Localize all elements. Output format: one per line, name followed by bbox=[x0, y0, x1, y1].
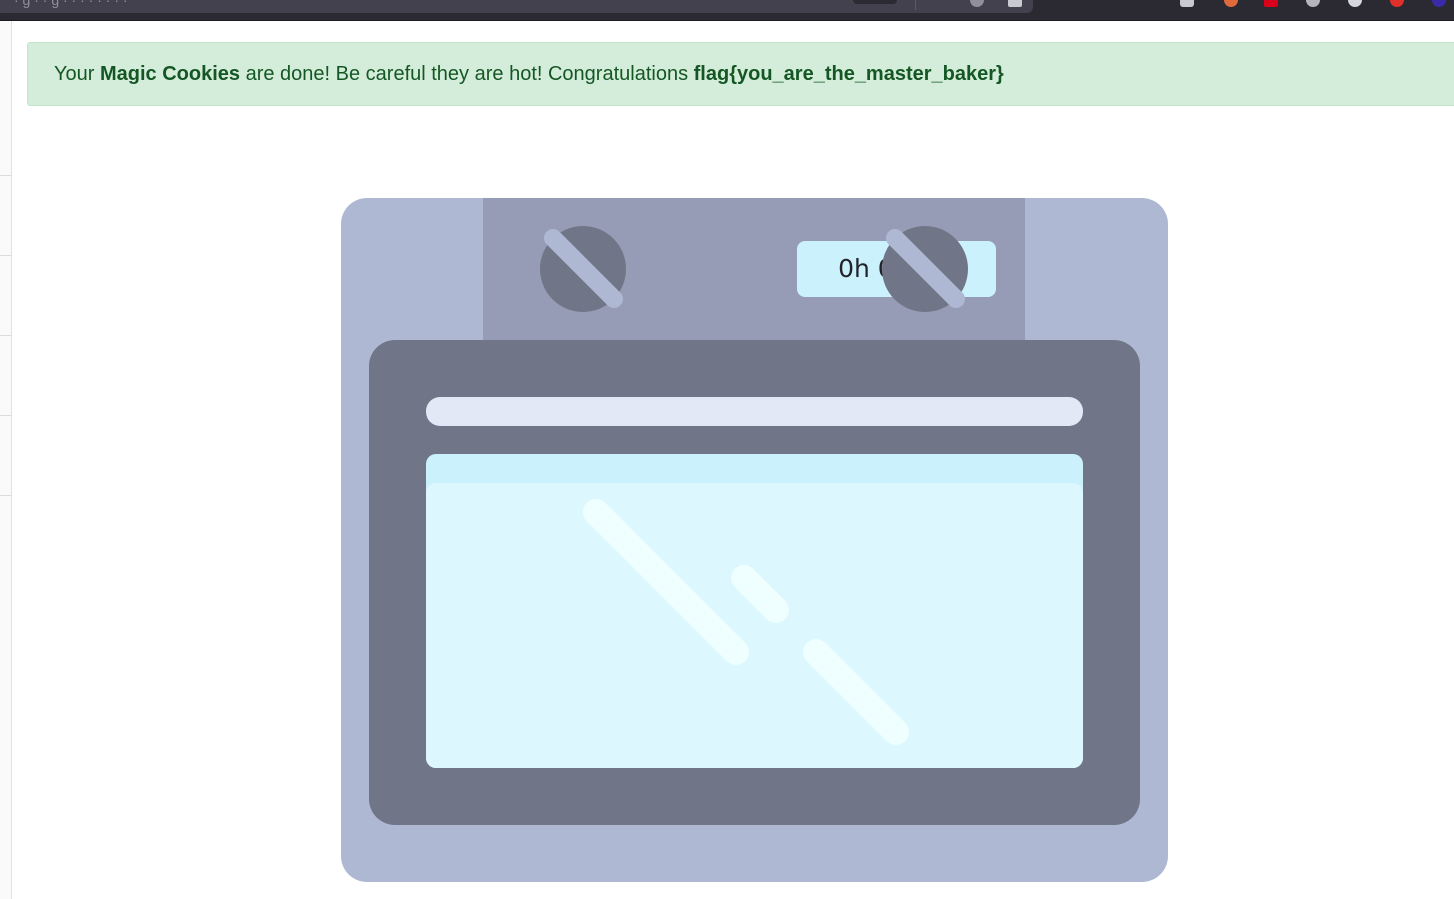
alert-flag: flag{you_are_the_master_baker} bbox=[693, 63, 1004, 85]
knob-icon bbox=[882, 226, 968, 312]
extension-fox-icon[interactable] bbox=[1224, 0, 1238, 7]
rail-divider bbox=[0, 255, 12, 256]
oven-window bbox=[426, 454, 1083, 768]
oven-door-handle bbox=[426, 397, 1083, 426]
extension-adblock-icon[interactable] bbox=[1390, 0, 1404, 7]
oven-door bbox=[369, 340, 1140, 825]
oven-control-panel: 0h 0m 0s bbox=[483, 198, 1025, 340]
address-bar-divider bbox=[915, 0, 916, 10]
rail-divider bbox=[0, 415, 12, 416]
extension-icon[interactable] bbox=[1180, 0, 1194, 7]
address-bar-text: · g · · g · · · · · · · · bbox=[14, 0, 128, 8]
browser-toolbar: · g · · g · · · · · · · · bbox=[0, 0, 1454, 21]
address-bar[interactable]: · g · · g · · · · · · · · bbox=[0, 0, 1033, 13]
alert-message: are done! Be careful they are hot! Congr… bbox=[240, 63, 694, 85]
glass-reflection-icon bbox=[583, 499, 909, 745]
account-icon[interactable] bbox=[1348, 0, 1362, 7]
extension-gray-icon[interactable] bbox=[1306, 0, 1320, 7]
success-alert: Your Magic Cookies are done! Be careful … bbox=[27, 42, 1454, 106]
alert-prefix: Your bbox=[54, 63, 100, 85]
alert-product-name: Magic Cookies bbox=[99, 63, 241, 85]
reader-view-button[interactable] bbox=[853, 0, 897, 4]
oven-illustration: 0h 0m 0s bbox=[341, 198, 1168, 882]
extension-purple-icon[interactable] bbox=[1432, 0, 1446, 7]
rail-divider bbox=[0, 335, 12, 336]
bookmark-star-icon[interactable] bbox=[1008, 0, 1022, 7]
knob-icon bbox=[540, 226, 626, 312]
extension-red-icon[interactable] bbox=[1264, 0, 1278, 7]
rail-divider bbox=[0, 495, 12, 496]
sidebar-rail bbox=[0, 21, 12, 899]
shield-icon[interactable] bbox=[970, 0, 984, 7]
rail-divider bbox=[0, 175, 12, 176]
